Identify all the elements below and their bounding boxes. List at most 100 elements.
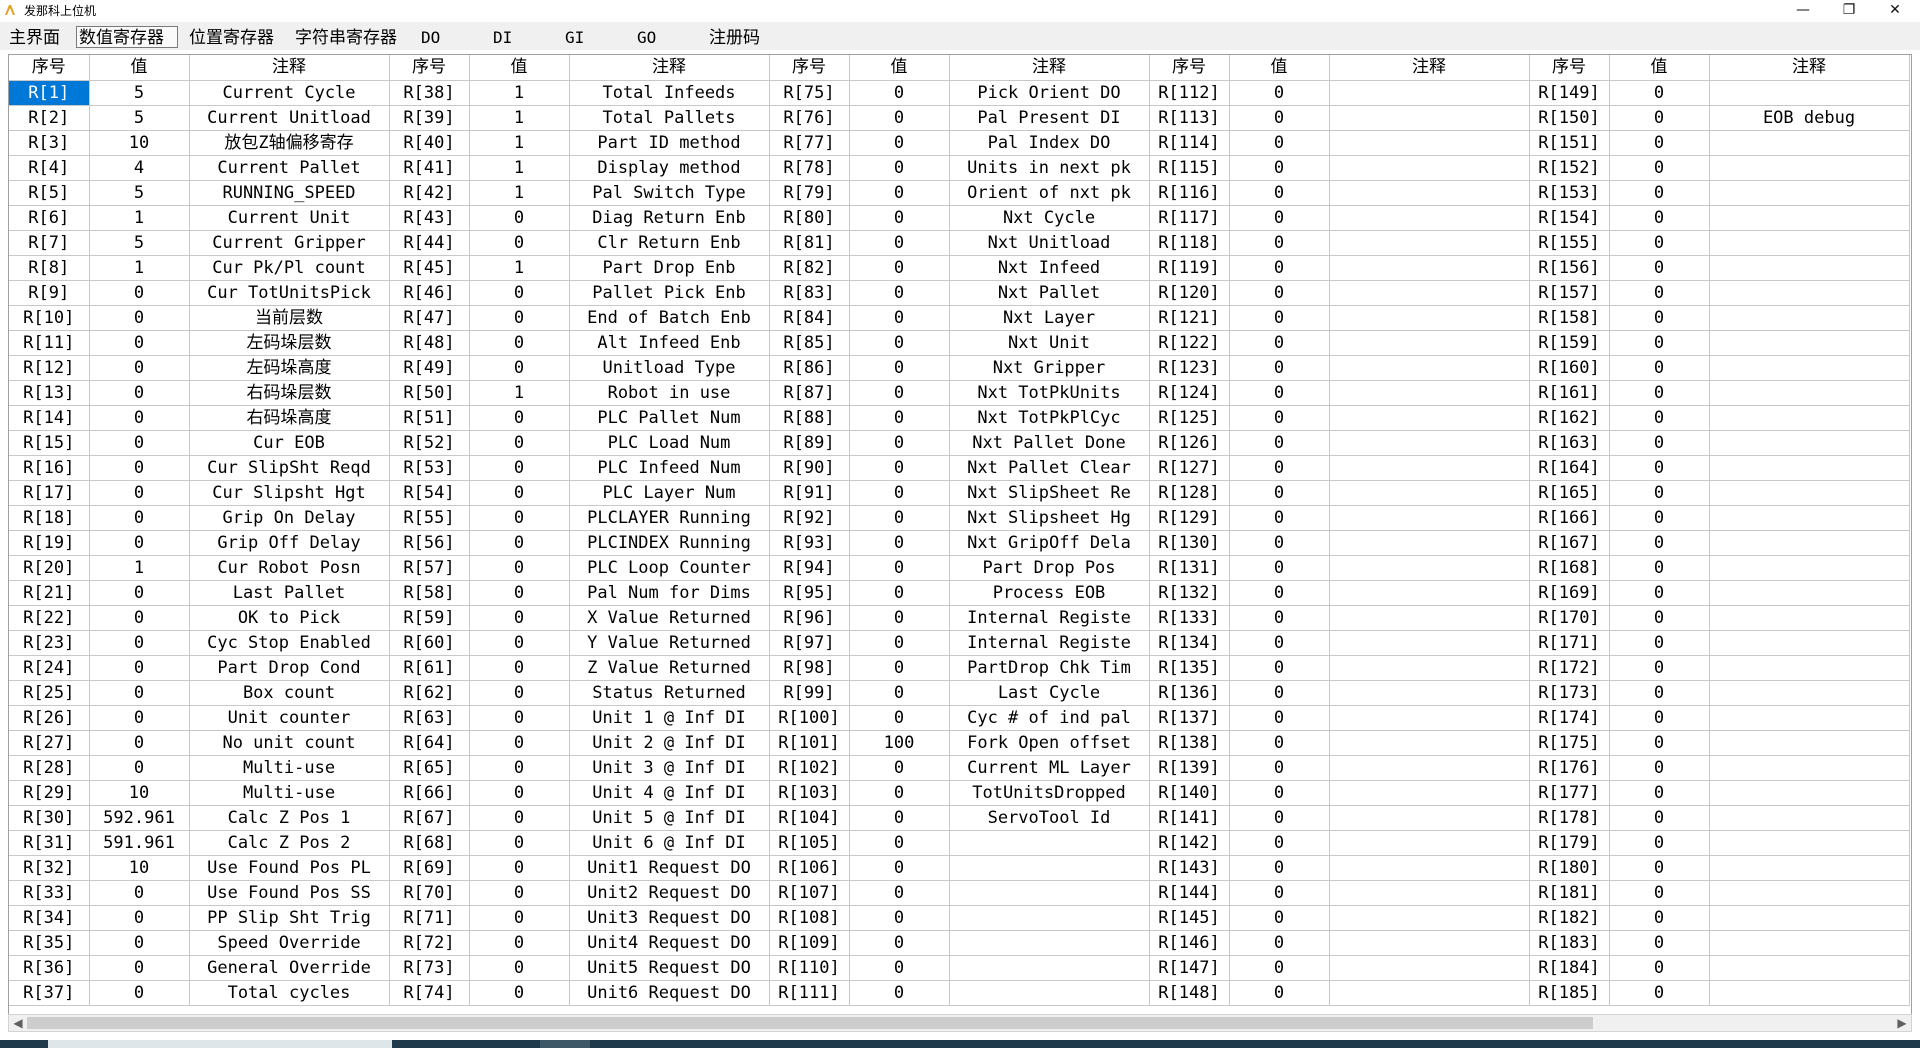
register-index-cell[interactable]: R[129] bbox=[1149, 505, 1230, 531]
register-index-cell[interactable]: R[75] bbox=[769, 80, 850, 106]
register-comment-cell[interactable]: Nxt GripOff Dela bbox=[949, 530, 1150, 556]
register-comment-cell[interactable]: Current Gripper bbox=[189, 230, 390, 256]
register-comment-cell[interactable] bbox=[949, 880, 1150, 906]
register-value-cell[interactable]: 1 bbox=[469, 105, 570, 131]
register-value-cell[interactable]: 1 bbox=[469, 180, 570, 206]
register-index-cell[interactable]: R[98] bbox=[769, 655, 850, 681]
register-value-cell[interactable]: 0 bbox=[849, 605, 950, 631]
col-header-value[interactable]: 值 bbox=[89, 55, 190, 81]
register-index-cell[interactable]: R[112] bbox=[1149, 80, 1230, 106]
register-comment-cell[interactable] bbox=[1709, 680, 1910, 706]
register-value-cell[interactable]: 0 bbox=[849, 755, 950, 781]
register-comment-cell[interactable]: Status Returned bbox=[569, 680, 770, 706]
register-index-cell[interactable]: R[61] bbox=[389, 655, 470, 681]
register-comment-cell[interactable] bbox=[1709, 480, 1910, 506]
register-comment-cell[interactable]: Total cycles bbox=[189, 980, 390, 1006]
register-comment-cell[interactable] bbox=[1709, 780, 1910, 806]
register-index-cell[interactable]: R[42] bbox=[389, 180, 470, 206]
register-comment-cell[interactable]: Units in next pk bbox=[949, 155, 1150, 181]
register-comment-cell[interactable]: Grip On Delay bbox=[189, 505, 390, 531]
register-comment-cell[interactable]: Cur SlipSht Reqd bbox=[189, 455, 390, 481]
register-comment-cell[interactable]: Y Value Returned bbox=[569, 630, 770, 656]
register-index-cell[interactable]: R[86] bbox=[769, 355, 850, 381]
register-value-cell[interactable]: 0 bbox=[89, 380, 190, 406]
register-index-cell[interactable]: R[168] bbox=[1529, 555, 1610, 581]
register-index-cell[interactable]: R[89] bbox=[769, 430, 850, 456]
horizontal-scrollbar[interactable]: ◀ ▶ bbox=[8, 1014, 1912, 1032]
register-comment-cell[interactable] bbox=[1709, 80, 1910, 106]
tab-go[interactable]: GO bbox=[634, 26, 694, 48]
register-index-cell[interactable]: R[78] bbox=[769, 155, 850, 181]
register-index-cell[interactable]: R[97] bbox=[769, 630, 850, 656]
register-comment-cell[interactable] bbox=[1709, 330, 1910, 356]
register-index-cell[interactable]: R[138] bbox=[1149, 730, 1230, 756]
register-value-cell[interactable]: 0 bbox=[1229, 580, 1330, 606]
col-header-index[interactable]: 序号 bbox=[9, 55, 90, 81]
register-value-cell[interactable]: 0 bbox=[1229, 905, 1330, 931]
register-value-cell[interactable]: 0 bbox=[849, 380, 950, 406]
register-comment-cell[interactable]: Unit4 Request DO bbox=[569, 930, 770, 956]
register-comment-cell[interactable]: Pal Num for Dims bbox=[569, 580, 770, 606]
register-index-cell[interactable]: R[133] bbox=[1149, 605, 1230, 631]
col-header-comment[interactable]: 注释 bbox=[569, 55, 770, 81]
register-index-cell[interactable]: R[158] bbox=[1529, 305, 1610, 331]
register-comment-cell[interactable]: Fork Open offset bbox=[949, 730, 1150, 756]
col-header-index[interactable]: 序号 bbox=[1529, 55, 1610, 81]
register-value-cell[interactable]: 0 bbox=[1229, 980, 1330, 1006]
register-value-cell[interactable]: 1 bbox=[89, 555, 190, 581]
col-header-index[interactable]: 序号 bbox=[1149, 55, 1230, 81]
register-value-cell[interactable]: 0 bbox=[1609, 605, 1710, 631]
register-value-cell[interactable]: 5 bbox=[89, 105, 190, 131]
register-value-cell[interactable]: 0 bbox=[469, 530, 570, 556]
register-index-cell[interactable]: R[130] bbox=[1149, 530, 1230, 556]
register-value-cell[interactable]: 0 bbox=[1609, 655, 1710, 681]
register-value-cell[interactable]: 0 bbox=[1229, 455, 1330, 481]
register-index-cell[interactable]: R[163] bbox=[1529, 430, 1610, 456]
register-index-cell[interactable]: R[13] bbox=[9, 380, 90, 406]
register-value-cell[interactable]: 0 bbox=[89, 905, 190, 931]
register-value-cell[interactable]: 0 bbox=[1609, 905, 1710, 931]
register-value-cell[interactable]: 1 bbox=[89, 205, 190, 231]
register-value-cell[interactable]: 0 bbox=[469, 855, 570, 881]
register-value-cell[interactable]: 5 bbox=[89, 180, 190, 206]
register-value-cell[interactable]: 0 bbox=[1609, 280, 1710, 306]
register-index-cell[interactable]: R[62] bbox=[389, 680, 470, 706]
register-comment-cell[interactable]: Current Pallet bbox=[189, 155, 390, 181]
register-index-cell[interactable]: R[105] bbox=[769, 830, 850, 856]
register-value-cell[interactable]: 0 bbox=[1229, 305, 1330, 331]
register-index-cell[interactable]: R[19] bbox=[9, 530, 90, 556]
tab-string-registers[interactable]: 字符串寄存器 bbox=[292, 26, 410, 48]
register-value-cell[interactable]: 0 bbox=[1229, 105, 1330, 131]
register-value-cell[interactable]: 0 bbox=[1609, 255, 1710, 281]
register-value-cell[interactable]: 0 bbox=[89, 930, 190, 956]
register-index-cell[interactable]: R[74] bbox=[389, 980, 470, 1006]
register-comment-cell[interactable] bbox=[1709, 980, 1910, 1006]
register-value-cell[interactable]: 0 bbox=[1229, 680, 1330, 706]
register-index-cell[interactable]: R[33] bbox=[9, 880, 90, 906]
register-comment-cell[interactable] bbox=[1709, 380, 1910, 406]
register-index-cell[interactable]: R[121] bbox=[1149, 305, 1230, 331]
register-value-cell[interactable]: 0 bbox=[469, 480, 570, 506]
register-index-cell[interactable]: R[157] bbox=[1529, 280, 1610, 306]
register-value-cell[interactable]: 0 bbox=[849, 880, 950, 906]
register-index-cell[interactable]: R[5] bbox=[9, 180, 90, 206]
register-value-cell[interactable]: 0 bbox=[849, 830, 950, 856]
register-index-cell[interactable]: R[1] bbox=[9, 80, 90, 106]
register-comment-cell[interactable]: Z Value Returned bbox=[569, 655, 770, 681]
register-comment-cell[interactable]: Use Found Pos SS bbox=[189, 880, 390, 906]
register-comment-cell[interactable]: Unit 6 @ Inf DI bbox=[569, 830, 770, 856]
register-index-cell[interactable]: R[79] bbox=[769, 180, 850, 206]
register-value-cell[interactable]: 0 bbox=[89, 655, 190, 681]
register-comment-cell[interactable]: PLC Loop Counter bbox=[569, 555, 770, 581]
register-comment-cell[interactable]: RUNNING_SPEED bbox=[189, 180, 390, 206]
register-index-cell[interactable]: R[161] bbox=[1529, 380, 1610, 406]
register-index-cell[interactable]: R[82] bbox=[769, 255, 850, 281]
register-value-cell[interactable]: 0 bbox=[469, 880, 570, 906]
register-index-cell[interactable]: R[173] bbox=[1529, 680, 1610, 706]
register-value-cell[interactable]: 0 bbox=[89, 755, 190, 781]
register-value-cell[interactable]: 0 bbox=[89, 355, 190, 381]
register-index-cell[interactable]: R[102] bbox=[769, 755, 850, 781]
register-index-cell[interactable]: R[111] bbox=[769, 980, 850, 1006]
col-header-value[interactable]: 值 bbox=[469, 55, 570, 81]
register-comment-cell[interactable]: EOB debug bbox=[1709, 105, 1910, 131]
